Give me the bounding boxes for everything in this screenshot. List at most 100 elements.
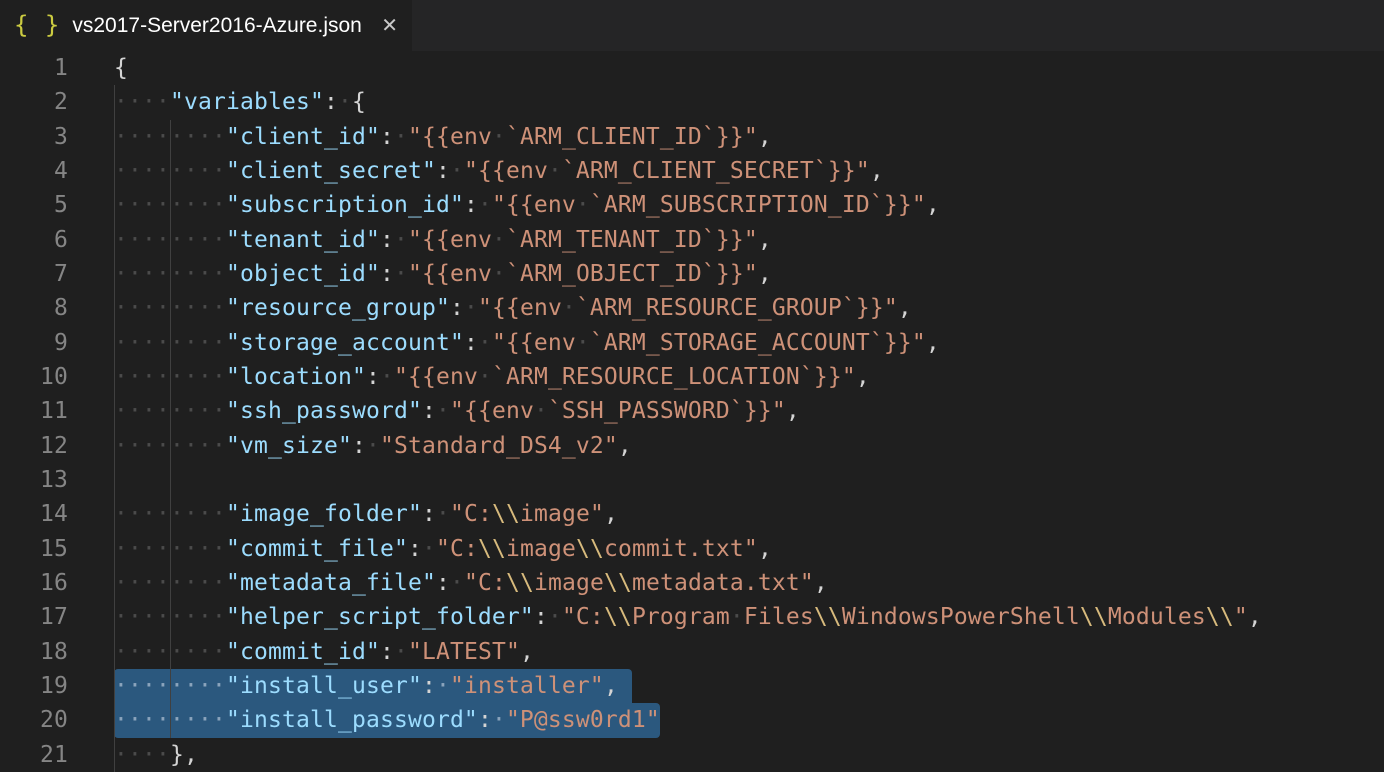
- whitespace-dots: ·: [492, 261, 506, 287]
- token: \\: [604, 570, 632, 596]
- code-line: 10········"location":·"{{env·`ARM_RESOUR…: [0, 360, 1384, 394]
- whitespace-dots: ········: [114, 536, 226, 562]
- line-number[interactable]: 16: [0, 566, 68, 600]
- token: "C:: [562, 604, 604, 630]
- token: \\: [1080, 604, 1108, 630]
- line-number[interactable]: 9: [0, 326, 68, 360]
- token: {: [352, 89, 366, 115]
- code-line: 9········"storage_account":·"{{env·`ARM_…: [0, 326, 1384, 360]
- line-number[interactable]: 17: [0, 600, 68, 634]
- whitespace-dots: ········: [114, 364, 226, 390]
- code-line: 18········"commit_id":·"LATEST",: [0, 635, 1384, 669]
- line-number[interactable]: 14: [0, 497, 68, 531]
- line-number[interactable]: 7: [0, 257, 68, 291]
- token: "tenant_id": [226, 227, 380, 253]
- whitespace-dots: ········: [114, 192, 226, 218]
- token: ,: [604, 673, 618, 699]
- line-number[interactable]: 5: [0, 188, 68, 222]
- token: :: [422, 673, 436, 699]
- code-line: 20········"install_password":·"P@ssw0rd1…: [0, 703, 1384, 737]
- whitespace-dots: ········: [114, 330, 226, 356]
- token: image: [534, 570, 604, 596]
- token: ,: [758, 227, 772, 253]
- token: ,: [814, 570, 828, 596]
- line-number[interactable]: 2: [0, 85, 68, 119]
- line-number[interactable]: 18: [0, 635, 68, 669]
- whitespace-dots: ·: [422, 536, 436, 562]
- code-text: ········"helper_script_folder":·"C:\\Pro…: [68, 600, 1262, 634]
- whitespace-dots: ········: [114, 227, 226, 253]
- line-number[interactable]: 4: [0, 154, 68, 188]
- token: `SSH_PASSWORD`}}": [548, 398, 786, 424]
- whitespace-dots: ·: [534, 398, 548, 424]
- line-number[interactable]: 11: [0, 394, 68, 428]
- code-text: ········"subscription_id":·"{{env·`ARM_S…: [68, 188, 940, 222]
- line-number[interactable]: 1: [0, 51, 68, 85]
- token: ,: [520, 639, 534, 665]
- vscode-window: { } vs2017-Server2016-Azure.json ✕ 1{2··…: [0, 0, 1384, 772]
- token: \\: [1206, 604, 1234, 630]
- editor-tab[interactable]: { } vs2017-Server2016-Azure.json ✕: [0, 0, 412, 51]
- token: :: [366, 364, 380, 390]
- code-line: 17········"helper_script_folder":·"C:\\P…: [0, 600, 1384, 634]
- token: "{{env: [408, 124, 492, 150]
- token: :: [352, 433, 366, 459]
- whitespace-dots: ·: [492, 124, 506, 150]
- token: :: [450, 295, 464, 321]
- token: ,: [758, 536, 772, 562]
- line-number[interactable]: 10: [0, 360, 68, 394]
- token: },: [170, 742, 198, 768]
- line-number[interactable]: 19: [0, 669, 68, 703]
- line-number[interactable]: 8: [0, 291, 68, 325]
- token: \\: [604, 604, 632, 630]
- line-number[interactable]: 3: [0, 120, 68, 154]
- token: "helper_script_folder": [226, 604, 534, 630]
- code-line: 5········"subscription_id":·"{{env·`ARM_…: [0, 188, 1384, 222]
- token: :: [478, 707, 492, 733]
- line-number[interactable]: 6: [0, 223, 68, 257]
- code-text: ········"resource_group":·"{{env·`ARM_RE…: [68, 291, 912, 325]
- line-number[interactable]: 21: [0, 738, 68, 772]
- token: `ARM_OBJECT_ID`}}": [506, 261, 758, 287]
- whitespace-dots: ·: [380, 364, 394, 390]
- code-line: 8········"resource_group":·"{{env·`ARM_R…: [0, 291, 1384, 325]
- token: "installer": [450, 673, 604, 699]
- whitespace-dots: ·: [436, 398, 450, 424]
- code-line: 16········"metadata_file":·"C:\\image\\m…: [0, 566, 1384, 600]
- whitespace-dots: ·: [450, 570, 464, 596]
- tab-close-icon[interactable]: ✕: [381, 0, 398, 51]
- token: "ssh_password": [226, 398, 422, 424]
- code-lines: 1{2····"variables":·{3········"client_id…: [0, 51, 1384, 772]
- token: ": [1234, 604, 1248, 630]
- token: \\: [576, 536, 604, 562]
- token: "{{env: [450, 398, 534, 424]
- code-line: 19········"install_user":·"installer",: [0, 669, 1384, 703]
- token: "client_id": [226, 124, 380, 150]
- whitespace-dots: ·: [576, 330, 590, 356]
- code-text: ········"commit_file":·"C:\\image\\commi…: [68, 532, 772, 566]
- line-number[interactable]: 15: [0, 532, 68, 566]
- line-number[interactable]: 12: [0, 429, 68, 463]
- whitespace-dots: ·: [576, 192, 590, 218]
- whitespace-dots: ·: [366, 433, 380, 459]
- whitespace-dots: ·: [478, 330, 492, 356]
- code-text: ········"client_secret":·"{{env·`ARM_CLI…: [68, 154, 884, 188]
- code-editor[interactable]: 1{2····"variables":·{3········"client_id…: [0, 51, 1384, 772]
- token: :: [408, 536, 422, 562]
- token: "C:: [436, 536, 478, 562]
- token: "commit_id": [226, 639, 380, 665]
- code-line: 21····},: [0, 738, 1384, 772]
- code-text: ········"commit_id":·"LATEST",: [68, 635, 534, 669]
- whitespace-dots: ········: [114, 501, 226, 527]
- token: commit.txt": [604, 536, 758, 562]
- whitespace-dots: ·: [394, 124, 408, 150]
- token: "subscription_id": [226, 192, 464, 218]
- whitespace-dots: ·: [436, 501, 450, 527]
- code-text: ····"variables":·{: [68, 85, 366, 119]
- line-number[interactable]: 13: [0, 463, 68, 497]
- token: "{{env: [492, 192, 576, 218]
- whitespace-dots: ········: [114, 604, 226, 630]
- token: "install_user": [226, 673, 422, 699]
- token: ,: [926, 192, 940, 218]
- line-number[interactable]: 20: [0, 703, 68, 737]
